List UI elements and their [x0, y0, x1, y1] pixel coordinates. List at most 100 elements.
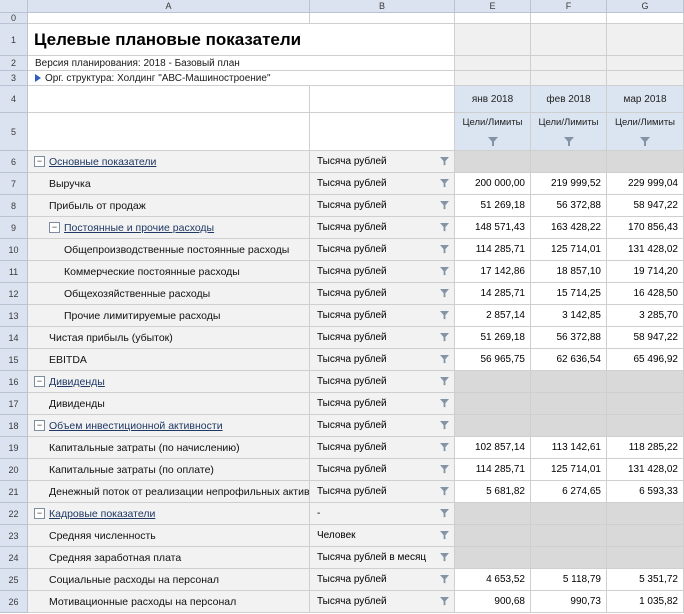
value-cell[interactable]: [607, 547, 684, 569]
row-number[interactable]: 18: [0, 415, 28, 437]
row-unit-cell[interactable]: Тысяча рублей: [310, 393, 455, 415]
value-cell[interactable]: [607, 525, 684, 547]
value-cell[interactable]: 62 636,54: [531, 349, 607, 371]
row-label-cell[interactable]: − Постоянные и прочие расходы: [28, 217, 310, 239]
value-cell[interactable]: 3 142,85: [531, 305, 607, 327]
value-cell[interactable]: [531, 151, 607, 173]
value-cell[interactable]: 4 653,52: [455, 569, 531, 591]
row-unit-cell[interactable]: Тысяча рублей: [310, 195, 455, 217]
column-header-a[interactable]: A: [28, 0, 310, 13]
value-cell[interactable]: 102 857,14: [455, 437, 531, 459]
value-cell[interactable]: 18 857,10: [531, 261, 607, 283]
row-number[interactable]: 15: [0, 349, 28, 371]
row-unit-cell[interactable]: Тысяча рублей: [310, 151, 455, 173]
filter-icon[interactable]: [440, 311, 449, 320]
value-cell[interactable]: [455, 503, 531, 525]
value-cell[interactable]: [607, 371, 684, 393]
row-number[interactable]: 6: [0, 151, 28, 173]
row-unit-cell[interactable]: Тысяча рублей: [310, 173, 455, 195]
row-number[interactable]: 22: [0, 503, 28, 525]
value-cell[interactable]: 58 947,22: [607, 195, 684, 217]
empty-cell[interactable]: [310, 113, 455, 151]
value-cell[interactable]: 131 428,02: [607, 239, 684, 261]
value-cell[interactable]: 15 714,25: [531, 283, 607, 305]
row-number[interactable]: 19: [0, 437, 28, 459]
value-cell[interactable]: [455, 415, 531, 437]
filter-icon[interactable]: [488, 137, 498, 147]
row-label-cell[interactable]: Средняя заработная плата: [28, 547, 310, 569]
month-header-feb[interactable]: фев 2018: [531, 86, 607, 113]
month-header-jan[interactable]: янв 2018: [455, 86, 531, 113]
filter-icon[interactable]: [440, 399, 449, 408]
row-unit-cell[interactable]: Тысяча рублей: [310, 349, 455, 371]
value-cell[interactable]: 990,73: [531, 591, 607, 613]
row-label-cell[interactable]: Дивиденды: [28, 393, 310, 415]
value-cell[interactable]: 51 269,18: [455, 195, 531, 217]
page-title[interactable]: Целевые плановые показатели: [28, 24, 455, 56]
value-cell[interactable]: 51 269,18: [455, 327, 531, 349]
value-cell[interactable]: 229 999,04: [607, 173, 684, 195]
empty-cell[interactable]: [607, 71, 684, 86]
row-number[interactable]: 25: [0, 569, 28, 591]
row-label-cell[interactable]: Общехозяйственные расходы: [28, 283, 310, 305]
value-cell[interactable]: [607, 151, 684, 173]
row-label-cell[interactable]: EBITDA: [28, 349, 310, 371]
value-cell[interactable]: 19 714,20: [607, 261, 684, 283]
collapse-icon[interactable]: −: [34, 508, 45, 519]
row-number[interactable]: 26: [0, 591, 28, 613]
value-cell[interactable]: 56 372,88: [531, 327, 607, 349]
empty-cell[interactable]: [455, 56, 531, 71]
value-cell[interactable]: 131 428,02: [607, 459, 684, 481]
row-unit-cell[interactable]: Тысяча рублей: [310, 437, 455, 459]
collapse-icon[interactable]: −: [34, 376, 45, 387]
filter-icon[interactable]: [440, 443, 449, 452]
row-unit-cell[interactable]: Тысяча рублей: [310, 459, 455, 481]
value-cell[interactable]: 5 118,79: [531, 569, 607, 591]
row-unit-cell[interactable]: Тысяча рублей: [310, 591, 455, 613]
empty-cell[interactable]: [531, 71, 607, 86]
filter-icon[interactable]: [564, 137, 574, 147]
row-number[interactable]: 11: [0, 261, 28, 283]
row-label-cell[interactable]: − Кадровые показатели: [28, 503, 310, 525]
value-cell[interactable]: 5 351,72: [607, 569, 684, 591]
value-cell[interactable]: 14 285,71: [455, 283, 531, 305]
value-cell[interactable]: [455, 151, 531, 173]
filter-icon[interactable]: [440, 201, 449, 210]
value-cell[interactable]: [531, 415, 607, 437]
row-label-cell[interactable]: Средняя численность: [28, 525, 310, 547]
value-cell[interactable]: 114 285,71: [455, 239, 531, 261]
value-cell[interactable]: [531, 525, 607, 547]
value-cell[interactable]: [531, 547, 607, 569]
value-cell[interactable]: 125 714,01: [531, 459, 607, 481]
row-number[interactable]: 13: [0, 305, 28, 327]
row-unit-cell[interactable]: Тысяча рублей: [310, 239, 455, 261]
row-number[interactable]: 20: [0, 459, 28, 481]
org-structure-line[interactable]: Орг. структура: Холдинг "АВС-Машинострое…: [28, 71, 455, 86]
row-number[interactable]: 23: [0, 525, 28, 547]
empty-cell[interactable]: [607, 13, 684, 24]
filter-icon[interactable]: [440, 289, 449, 298]
value-cell[interactable]: 16 428,50: [607, 283, 684, 305]
value-cell[interactable]: 56 372,88: [531, 195, 607, 217]
row-unit-cell[interactable]: Тысяча рублей: [310, 481, 455, 503]
empty-cell[interactable]: [28, 86, 310, 113]
row-unit-cell[interactable]: Тысяча рублей: [310, 569, 455, 591]
value-cell[interactable]: 6 593,33: [607, 481, 684, 503]
row-unit-cell[interactable]: Тысяча рублей: [310, 327, 455, 349]
row-label-cell[interactable]: Прочие лимитируемые расходы: [28, 305, 310, 327]
value-cell[interactable]: [607, 415, 684, 437]
value-cell[interactable]: 114 285,71: [455, 459, 531, 481]
empty-cell[interactable]: [310, 86, 455, 113]
value-cell[interactable]: 2 857,14: [455, 305, 531, 327]
filter-icon[interactable]: [440, 245, 449, 254]
collapse-icon[interactable]: −: [49, 222, 60, 233]
row-label-cell[interactable]: Чистая прибыль (убыток): [28, 327, 310, 349]
value-cell[interactable]: 58 947,22: [607, 327, 684, 349]
column-header-b[interactable]: B: [310, 0, 455, 13]
filter-icon[interactable]: [440, 333, 449, 342]
empty-cell[interactable]: [531, 56, 607, 71]
row-number[interactable]: 2: [0, 56, 28, 71]
row-label-cell[interactable]: − Объем инвестиционной активности: [28, 415, 310, 437]
row-number[interactable]: 0: [0, 13, 28, 24]
measure-header-cell[interactable]: Цели/Лимиты: [607, 113, 684, 151]
